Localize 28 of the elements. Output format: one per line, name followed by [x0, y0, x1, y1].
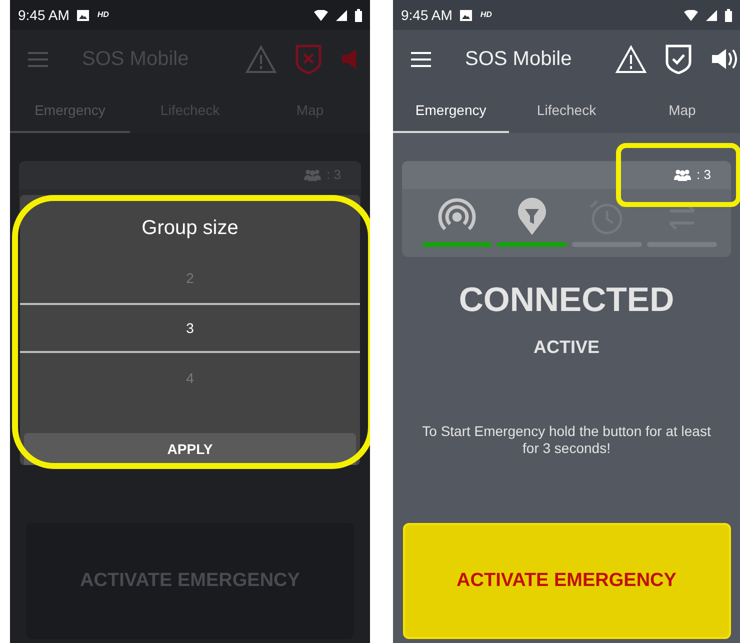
tab[interactable]: Map [624, 88, 740, 133]
menu-icon[interactable] [411, 52, 431, 66]
hd-label: HD [480, 9, 492, 21]
group-icon [674, 169, 691, 181]
status-time: 9:45 AM [18, 6, 70, 24]
group-count: : 3 [696, 166, 711, 184]
wifi-icon [314, 10, 328, 20]
shield-check-icon[interactable] [665, 44, 692, 74]
battery-icon [355, 8, 362, 22]
cell-signal-icon [706, 10, 717, 20]
dialog-title: Group size [140, 216, 240, 241]
cell-signal-icon [336, 10, 347, 20]
wifi-icon [684, 10, 698, 20]
image-icon [77, 10, 90, 20]
image-icon [460, 10, 472, 20]
connection-status: CONNECTED [458, 280, 674, 321]
hd-label: HD [97, 9, 109, 21]
app-title: SOS Mobile [465, 47, 572, 72]
battery-icon [725, 8, 732, 22]
status-time: 9:45 AM [401, 6, 452, 24]
apply-button[interactable]: APPLY [24, 433, 356, 465]
tab[interactable]: Lifecheck [508, 88, 624, 133]
instructions-text: To Start Emergency hold the button for at least for 3 seconds! [421, 423, 712, 457]
picker-option[interactable]: 3 [20, 303, 360, 353]
activate-emergency-button[interactable]: ACTIVATE EMERGENCY [402, 523, 730, 639]
tab[interactable]: Emergency [393, 88, 509, 133]
state-label: ACTIVE [533, 336, 600, 359]
group-icon [304, 169, 321, 181]
